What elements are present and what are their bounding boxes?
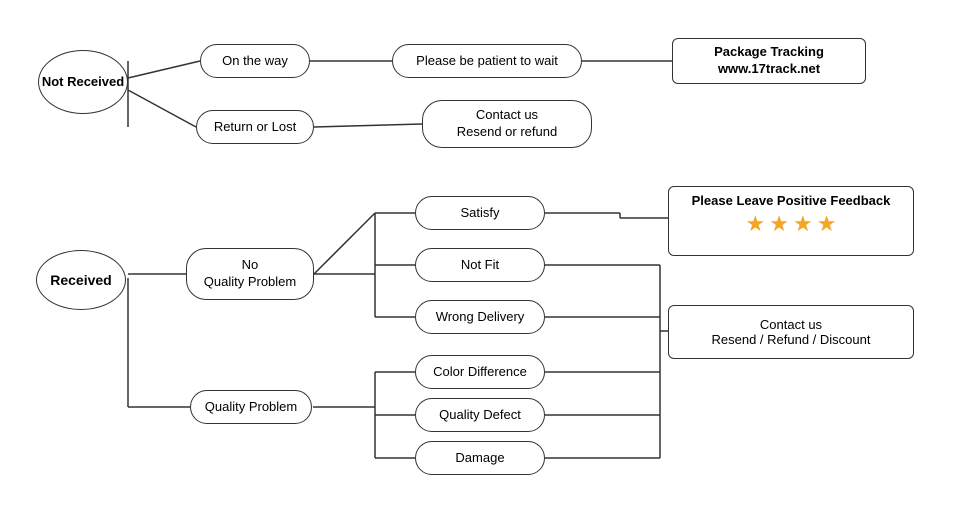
star-4: ★: [817, 211, 837, 237]
star-2: ★: [769, 211, 789, 237]
damage-node: Damage: [415, 441, 545, 475]
diagram: Not Received On the way Return or Lost P…: [0, 0, 960, 513]
not-received-label: Not Received: [42, 74, 124, 91]
satisfy-label: Satisfy: [460, 205, 499, 222]
no-quality-problem-node: NoQuality Problem: [186, 248, 314, 300]
no-quality-problem-label: NoQuality Problem: [204, 257, 296, 291]
quality-defect-node: Quality Defect: [415, 398, 545, 432]
star-3: ★: [793, 211, 813, 237]
positive-feedback-box: Please Leave Positive Feedback ★ ★ ★ ★: [668, 186, 914, 256]
star-rating: ★ ★ ★ ★: [679, 211, 903, 237]
not-fit-node: Not Fit: [415, 248, 545, 282]
received-node: Received: [36, 250, 126, 310]
quality-problem-node: Quality Problem: [190, 390, 312, 424]
satisfy-node: Satisfy: [415, 196, 545, 230]
return-or-lost-node: Return or Lost: [196, 110, 314, 144]
package-tracking-node: Package Trackingwww.17track.net: [672, 38, 866, 84]
wrong-delivery-node: Wrong Delivery: [415, 300, 545, 334]
not-fit-label: Not Fit: [461, 257, 499, 274]
damage-label: Damage: [455, 450, 504, 467]
received-label: Received: [50, 271, 111, 289]
not-received-node: Not Received: [38, 50, 128, 114]
package-tracking-label: Package Trackingwww.17track.net: [714, 44, 824, 78]
contact-resend-refund-node: Contact usResend or refund: [422, 100, 592, 148]
be-patient-node: Please be patient to wait: [392, 44, 582, 78]
contact-resend-refund-label: Contact usResend or refund: [457, 107, 557, 141]
star-1: ★: [746, 211, 766, 237]
color-difference-node: Color Difference: [415, 355, 545, 389]
color-difference-label: Color Difference: [433, 364, 527, 381]
return-or-lost-label: Return or Lost: [214, 119, 296, 136]
be-patient-label: Please be patient to wait: [416, 53, 558, 70]
contact-resend-discount-box: Contact usResend / Refund / Discount: [668, 305, 914, 359]
wrong-delivery-label: Wrong Delivery: [436, 309, 525, 326]
feedback-title: Please Leave Positive Feedback: [679, 193, 903, 208]
on-the-way-node: On the way: [200, 44, 310, 78]
on-the-way-label: On the way: [222, 53, 288, 70]
quality-defect-label: Quality Defect: [439, 407, 521, 424]
contact-resend-discount-label: Contact usResend / Refund / Discount: [712, 317, 871, 347]
quality-problem-label: Quality Problem: [205, 399, 297, 416]
